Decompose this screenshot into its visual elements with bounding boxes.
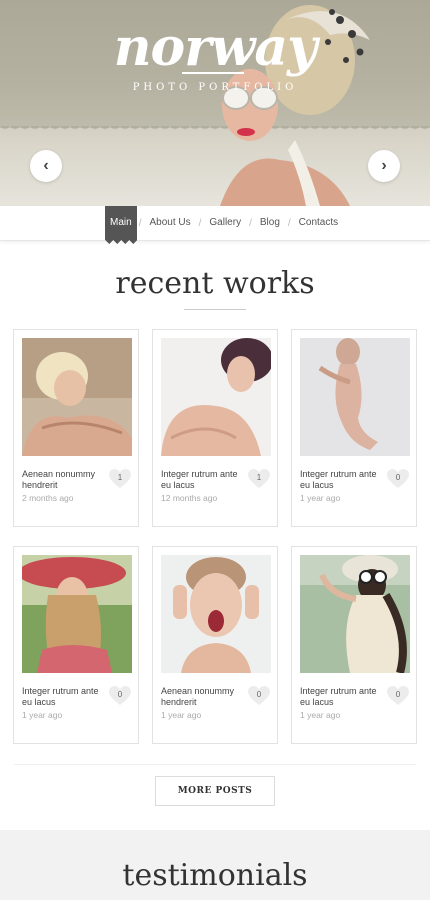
main-nav: Main / About Us / Gallery / Blog / Conta…	[0, 206, 430, 248]
work-card[interactable]: Aenean nonummy hendrerit 1 year ago 0	[152, 546, 278, 744]
work-caption[interactable]: Integer rutrum ante eu lacus	[300, 686, 380, 708]
section-divider	[14, 764, 416, 765]
like-button[interactable]: 1	[248, 469, 270, 489]
work-thumbnail[interactable]	[300, 338, 410, 456]
work-date: 1 year ago	[161, 710, 202, 720]
work-caption[interactable]: Integer rutrum ante eu lacus	[161, 469, 241, 491]
like-count: 0	[395, 473, 401, 482]
nav-item-about-us[interactable]: About Us	[143, 206, 196, 240]
site-logo[interactable]: norway	[0, 18, 430, 78]
like-count: 0	[395, 690, 401, 699]
more-posts-button[interactable]: MORE POSTS	[155, 776, 275, 806]
nav-item-gallery[interactable]: Gallery	[203, 206, 247, 240]
like-button[interactable]: 0	[387, 686, 409, 706]
nav-menu: Main / About Us / Gallery / Blog / Conta…	[105, 206, 344, 248]
slider-next-button[interactable]: ›	[368, 150, 400, 182]
work-card[interactable]: Integer rutrum ante eu lacus 12 months a…	[152, 329, 278, 527]
work-date: 2 months ago	[22, 493, 74, 503]
logo-underline	[182, 72, 244, 74]
work-caption[interactable]: Aenean nonummy hendrerit	[161, 686, 241, 708]
nav-separator: /	[198, 217, 202, 229]
hero-slider: norway PHOTO PORTFOLIO ‹ ›	[0, 0, 430, 206]
work-thumbnail[interactable]	[161, 555, 271, 673]
work-date: 1 year ago	[22, 710, 63, 720]
like-count: 1	[256, 473, 262, 482]
like-count: 0	[256, 690, 262, 699]
like-count: 0	[117, 690, 123, 699]
work-date: 12 months ago	[161, 493, 218, 503]
title-underline	[184, 309, 246, 310]
like-button[interactable]: 0	[248, 686, 270, 706]
nav-item-contacts[interactable]: Contacts	[293, 206, 344, 240]
chevron-right-icon: ›	[381, 157, 387, 174]
nav-separator: /	[287, 217, 291, 229]
work-thumbnail[interactable]	[300, 555, 410, 673]
like-button[interactable]: 1	[109, 469, 131, 489]
testimonials-title: testimonials	[122, 858, 308, 893]
work-caption[interactable]: Aenean nonummy hendrerit	[22, 469, 102, 491]
work-date: 1 year ago	[300, 493, 341, 503]
recent-works-title: recent works	[115, 266, 315, 301]
nav-separator: /	[249, 217, 252, 229]
nav-item-main[interactable]: Main	[105, 206, 137, 248]
work-date: 1 year ago	[300, 710, 341, 720]
work-thumbnail[interactable]	[161, 338, 271, 456]
work-card[interactable]: Integer rutrum ante eu lacus 1 year ago …	[291, 546, 417, 744]
nav-separator: /	[138, 217, 142, 229]
slider-prev-button[interactable]: ‹	[30, 150, 62, 182]
chevron-left-icon: ‹	[43, 157, 49, 174]
site-tagline: PHOTO PORTFOLIO	[132, 82, 298, 93]
like-count: 1	[117, 473, 123, 482]
work-caption[interactable]: Integer rutrum ante eu lacus	[300, 469, 380, 491]
work-card[interactable]: Aenean nonummy hendrerit 2 months ago 1	[13, 329, 139, 527]
work-caption[interactable]: Integer rutrum ante eu lacus	[22, 686, 102, 708]
work-thumbnail[interactable]	[22, 555, 132, 673]
work-card[interactable]: Integer rutrum ante eu lacus 1 year ago …	[291, 329, 417, 527]
like-button[interactable]: 0	[387, 469, 409, 489]
nav-item-blog[interactable]: Blog	[254, 206, 286, 240]
work-card[interactable]: Integer rutrum ante eu lacus 1 year ago …	[13, 546, 139, 744]
work-thumbnail[interactable]	[22, 338, 132, 456]
like-button[interactable]: 0	[109, 686, 131, 706]
